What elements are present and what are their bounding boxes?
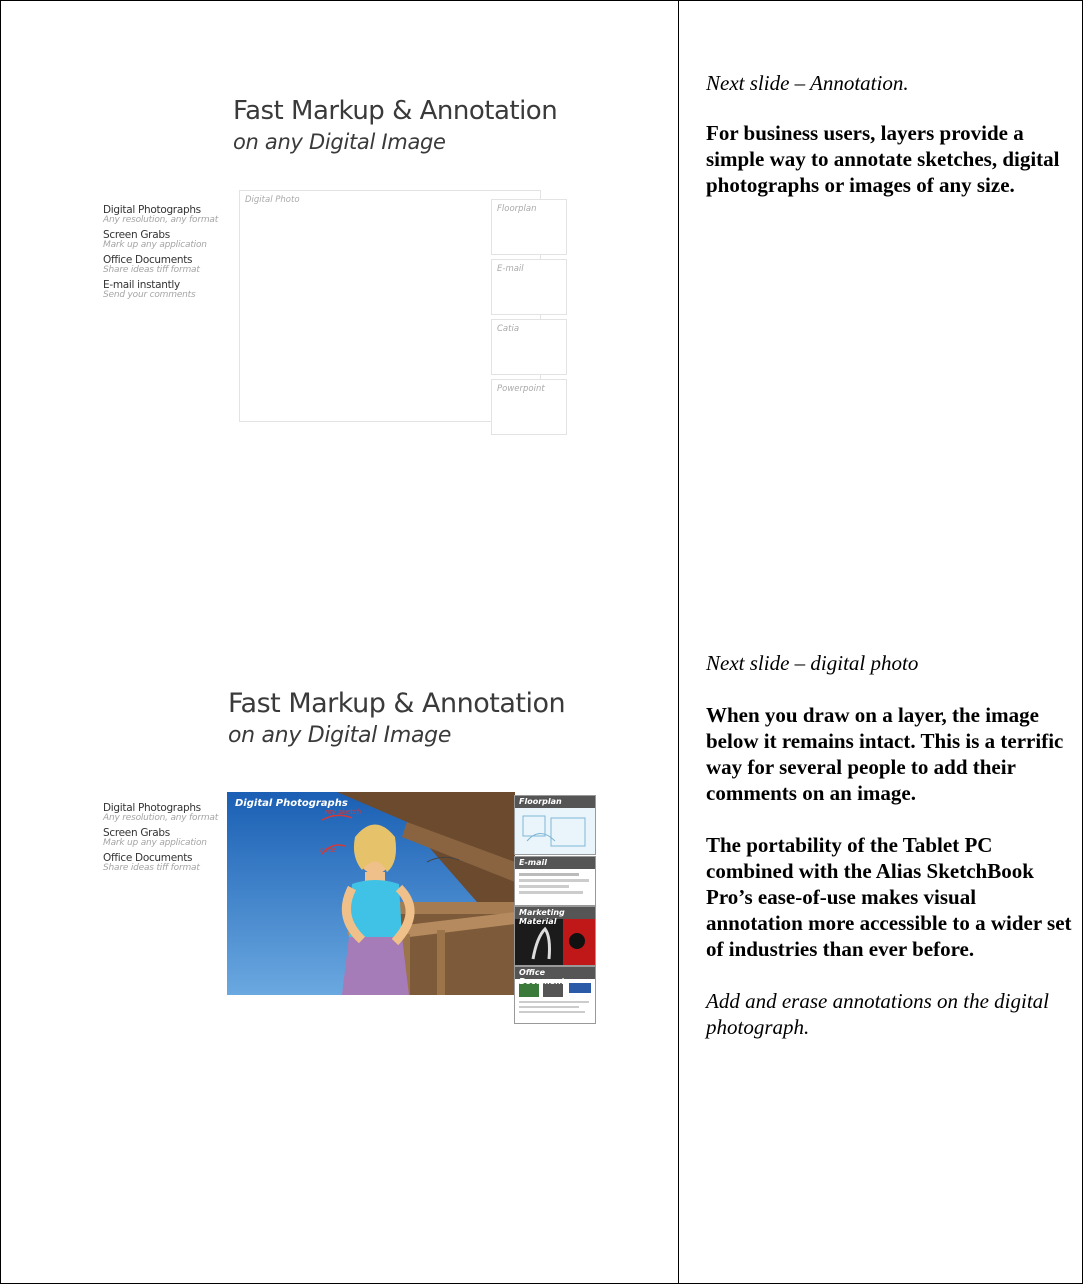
thumbnail-header: E-mail <box>515 857 595 869</box>
email-thumbnail: E-mail <box>514 856 596 906</box>
marketing-thumbnail: Marketing Material <box>514 906 596 966</box>
feature-item: Office Documents Share ideas tiff format <box>103 852 218 873</box>
thumbnail-header: Office Documents <box>515 967 595 986</box>
thumbnail-label: E-mail <box>519 858 548 867</box>
digital-photo-image: my sketch note Digital Photographs <box>227 792 515 995</box>
office-documents-thumbnail: Office Documents <box>514 966 596 1024</box>
svg-text:note: note <box>320 846 336 854</box>
feature-item: Office Documents Share ideas tiff format <box>103 254 218 275</box>
thumbnail-header: Floorplan <box>515 796 595 808</box>
note-body: The portability of the Tablet PC combine… <box>706 833 1072 961</box>
catia-placeholder: Catia <box>491 319 567 375</box>
feature-sub: Share ideas tiff format <box>103 863 200 873</box>
digital-photo-label: Digital Photo <box>245 195 300 205</box>
feature-sub: Share ideas tiff format <box>103 265 200 275</box>
floorplan-placeholder: Floorplan <box>491 199 567 255</box>
feature-item: Screen Grabs Mark up any application <box>103 229 218 250</box>
slide-1-title-block: Fast Markup & Annotation on any Digital … <box>233 96 558 154</box>
floorplan-thumbnail: Floorplan <box>514 795 596 855</box>
feature-sub: Mark up any application <box>103 240 207 250</box>
feature-item: Digital Photographs Any resolution, any … <box>103 204 218 225</box>
thumbnail-label: Marketing Material <box>519 908 565 926</box>
feature-item: Screen Grabs Mark up any application <box>103 827 218 848</box>
notes-block-1: Next slide – Annotation. For business us… <box>706 70 1076 198</box>
email-placeholder: E-mail <box>491 259 567 315</box>
placeholder-label: Powerpoint <box>497 384 545 394</box>
feature-sub: Any resolution, any format <box>103 813 219 823</box>
slide-2-title-block: Fast Markup & Annotation on any Digital … <box>228 688 566 748</box>
feature-item: E-mail instantly Send your comments <box>103 279 218 300</box>
photo-caption: Digital Photographs <box>235 798 348 809</box>
slide-1-title: Fast Markup & Annotation <box>233 96 558 126</box>
feature-sub: Mark up any application <box>103 838 207 848</box>
slide-1-feature-list: Digital Photographs Any resolution, any … <box>103 204 218 304</box>
note-body: For business users, layers provide a sim… <box>706 121 1060 197</box>
powerpoint-placeholder: Powerpoint <box>491 379 567 435</box>
photo-illustration: my sketch note <box>227 792 515 995</box>
slide-2-title: Fast Markup & Annotation <box>228 688 566 719</box>
placeholder-label: Floorplan <box>497 204 537 214</box>
feature-sub: Send your comments <box>103 290 196 300</box>
slide-2-subtitle: on any Digital Image <box>228 723 452 748</box>
note-heading: Next slide – Annotation. <box>706 71 909 95</box>
thumbnail-header: Marketing Material <box>515 907 595 926</box>
note-footer: Add and erase annotations on the digital… <box>706 989 1049 1039</box>
placeholder-label: E-mail <box>497 264 524 274</box>
slide-1-subtitle: on any Digital Image <box>233 130 446 154</box>
note-body: When you draw on a layer, the image belo… <box>706 703 1064 805</box>
thumbnail-label: Floorplan <box>519 797 562 806</box>
slide-2-feature-list: Digital Photographs Any resolution, any … <box>103 802 218 877</box>
feature-sub: Any resolution, any format <box>103 215 219 225</box>
feature-item: Digital Photographs Any resolution, any … <box>103 802 218 823</box>
svg-text:my sketch: my sketch <box>325 808 361 816</box>
column-divider <box>678 0 679 1284</box>
thumbnail-label: Office Documents <box>519 968 570 986</box>
placeholder-label: Catia <box>497 324 520 334</box>
notes-block-2: Next slide – digital photo When you draw… <box>706 650 1076 1040</box>
note-heading: Next slide – digital photo <box>706 651 919 675</box>
